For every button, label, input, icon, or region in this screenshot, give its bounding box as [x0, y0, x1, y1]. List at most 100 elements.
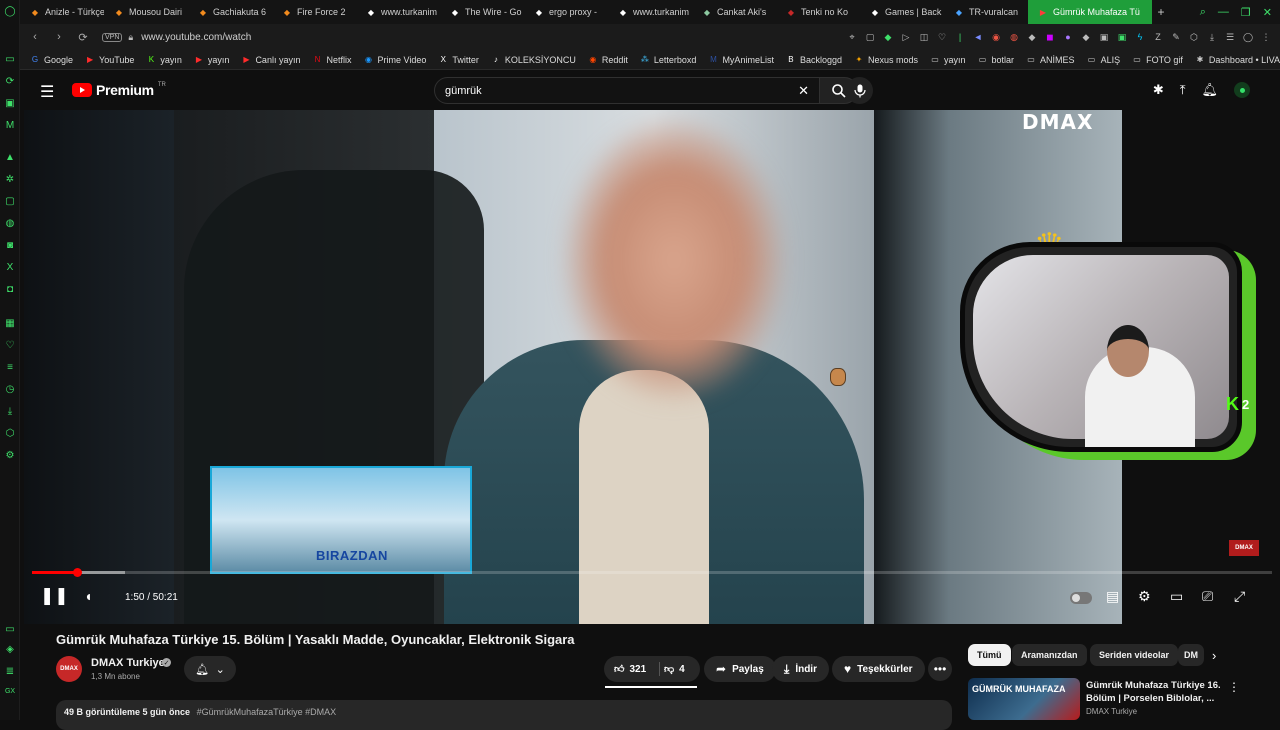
voice-search-button[interactable]: [846, 77, 873, 104]
gx-icon[interactable]: GX: [3, 684, 17, 698]
browser-tab[interactable]: ◆ The Wire - Go: [440, 0, 524, 24]
youtube-logo[interactable]: Premium TR: [72, 82, 166, 98]
fullscreen-icon[interactable]: ⤢: [1234, 588, 1245, 605]
aria-icon[interactable]: ▲: [3, 150, 17, 164]
bookmark-item[interactable]: ▭ botlar: [978, 55, 1014, 65]
vpn-badge[interactable]: VPN: [102, 32, 123, 42]
ext-bird-icon[interactable]: ✎: [1170, 32, 1182, 43]
pin-red-icon[interactable]: ◍: [1008, 32, 1020, 43]
description-box[interactable]: 49 B görüntüleme 5 gün önce #GümrükMuhaf…: [56, 700, 952, 730]
maximize-button[interactable]: ❐: [1241, 6, 1251, 19]
browser-tab[interactable]: ◆ Tenki no Ko: [776, 0, 860, 24]
menu-icon[interactable]: ☰: [40, 82, 54, 102]
download-button[interactable]: ⤓ İndir: [772, 656, 829, 682]
browser-tab[interactable]: ◆ www.turkanim: [356, 0, 440, 24]
x-icon[interactable]: X: [3, 260, 17, 274]
extension-icon[interactable]: ✱: [1153, 82, 1164, 98]
music-icon[interactable]: ≣: [3, 664, 17, 678]
stop-icon[interactable]: ◉: [990, 32, 1002, 43]
ext-diamond-icon[interactable]: ◆: [1080, 32, 1092, 43]
thanks-button[interactable]: ♥ Teşekkürler: [832, 656, 925, 682]
bookmark-item[interactable]: ▶ YouTube: [85, 55, 134, 65]
browser-tab[interactable]: ◆ Games | Back: [860, 0, 944, 24]
minimize-button[interactable]: —: [1218, 6, 1229, 18]
browser-tab[interactable]: ◆ Cankat Aki's: [692, 0, 776, 24]
bookmark-item[interactable]: ✦ Nexus mods: [854, 55, 918, 65]
share-button[interactable]: ➦ Paylaş: [704, 656, 776, 682]
bookmark-item[interactable]: ▭ yayın: [930, 55, 965, 65]
download-icon[interactable]: ⤓: [3, 404, 17, 418]
network-icon[interactable]: ◈: [3, 642, 17, 656]
speaker-icon[interactable]: ◄: [972, 32, 984, 42]
chip-all[interactable]: Tümü: [968, 644, 1011, 666]
opera-logo-icon[interactable]: ◯: [3, 4, 17, 18]
whatsapp-icon[interactable]: ◍: [3, 216, 17, 230]
puzzle-icon[interactable]: ⬡: [1188, 32, 1200, 43]
refresh-icon[interactable]: ⟳: [3, 74, 17, 88]
ext-green-icon[interactable]: ▣: [1116, 32, 1128, 43]
workspaces-icon[interactable]: ▦: [3, 316, 17, 330]
ext-bolt-icon[interactable]: ϟ: [1134, 32, 1146, 42]
shield-icon[interactable]: ◆: [882, 32, 894, 43]
ext-z-icon[interactable]: Z: [1152, 32, 1164, 42]
bookmark-item[interactable]: B Backloggd: [786, 55, 842, 65]
news-icon[interactable]: ▣: [3, 96, 17, 110]
recommendation-thumbnail[interactable]: GÜMRÜK MUHAFAZA: [968, 678, 1080, 720]
profile-icon[interactable]: ◯: [1242, 32, 1254, 43]
bookmark-item[interactable]: ⁂ Letterboxd: [640, 55, 697, 65]
pin-icon[interactable]: ⌖: [846, 32, 858, 43]
close-window-button[interactable]: ✕: [1263, 6, 1272, 19]
browser-tab[interactable]: ◆ Mousou Dairi: [104, 0, 188, 24]
mail-icon[interactable]: M: [3, 118, 17, 132]
clear-search-icon[interactable]: ✕: [798, 83, 809, 99]
bookmark-item[interactable]: ▭ ALIŞ: [1087, 55, 1120, 65]
ext-card-icon[interactable]: ▣: [1098, 32, 1110, 43]
more-actions-button[interactable]: •••: [928, 657, 952, 681]
settings-icon[interactable]: ⚙: [1138, 588, 1151, 605]
forward-button[interactable]: ›: [50, 31, 68, 43]
dislike-button[interactable]: 👎︎ 4: [664, 656, 685, 682]
search-input[interactable]: [445, 78, 765, 103]
cast-icon[interactable]: ⎚: [1202, 588, 1213, 605]
menu-icon[interactable]: ⋮: [1260, 32, 1272, 43]
bookmark-item[interactable]: ◉ Reddit: [588, 55, 628, 65]
discord-icon[interactable]: ◘: [3, 282, 17, 296]
notifications-icon[interactable]: 🔔︎: [1201, 82, 1218, 98]
search-tabs-icon[interactable]: ⌕: [1200, 6, 1206, 19]
progress-bar[interactable]: [32, 571, 1272, 574]
channel-avatar[interactable]: DMAX: [56, 656, 82, 682]
list-icon[interactable]: ≡: [3, 360, 17, 374]
snapshot-icon[interactable]: ▢: [864, 32, 876, 43]
bookmark-item[interactable]: ♪ KOLEKSİYONCU: [491, 55, 576, 65]
like-button[interactable]: 👍︎ 321: [610, 656, 646, 682]
extensions-icon[interactable]: ⬡: [3, 426, 17, 440]
browser-tab-active[interactable]: ▶ Gümrük Muhafaza Tü: [1028, 0, 1152, 24]
heart-icon[interactable]: ♡: [3, 338, 17, 352]
channel-name[interactable]: DMAX Turkiye: [91, 657, 165, 669]
twitch-icon[interactable]: ▢: [3, 194, 17, 208]
bookmark-item[interactable]: N Netflix: [312, 55, 352, 65]
easy-setup-icon[interactable]: ☰: [1224, 32, 1236, 43]
browser-tab[interactable]: ◆ TR-vuralcan: [944, 0, 1028, 24]
battery-icon[interactable]: ▭: [3, 622, 17, 636]
bookmark-item[interactable]: ▶ Canlı yayın: [241, 55, 300, 65]
new-tab-button[interactable]: +: [1152, 5, 1170, 19]
lock-icon[interactable]: 🔒︎: [128, 32, 133, 43]
back-button[interactable]: ‹: [26, 31, 44, 43]
chip-from-search[interactable]: Aramanızdan: [1012, 644, 1087, 666]
subtitles-icon[interactable]: ▤: [1106, 588, 1119, 605]
theater-mode-icon[interactable]: ▭: [1170, 588, 1183, 605]
bookmark-item[interactable]: Kyayın: [146, 55, 182, 65]
subscription-bell-button[interactable]: 🔔︎ ⌄: [184, 656, 236, 682]
recommendation-title[interactable]: Gümrük Muhafaza Türkiye 16. Bölüm | Pors…: [1086, 679, 1222, 705]
chip-series[interactable]: Seriden videolar: [1090, 644, 1179, 666]
volume-icon[interactable]: ◖: [84, 588, 92, 604]
history-icon[interactable]: ◷: [3, 382, 17, 396]
bookmark-item[interactable]: ✱ Dashboard • LIVAD: [1195, 55, 1280, 65]
bookmark-item[interactable]: ◉ Prime Video: [363, 55, 426, 65]
bookmark-item[interactable]: ▭ FOTO gif: [1132, 55, 1183, 65]
recommendation-menu-icon[interactable]: ⋮: [1228, 680, 1240, 694]
browser-tab[interactable]: ◆ Gachiakuta 6: [188, 0, 272, 24]
upload-icon[interactable]: ⤒: [1180, 82, 1186, 98]
instagram-icon[interactable]: ◙: [3, 238, 17, 252]
